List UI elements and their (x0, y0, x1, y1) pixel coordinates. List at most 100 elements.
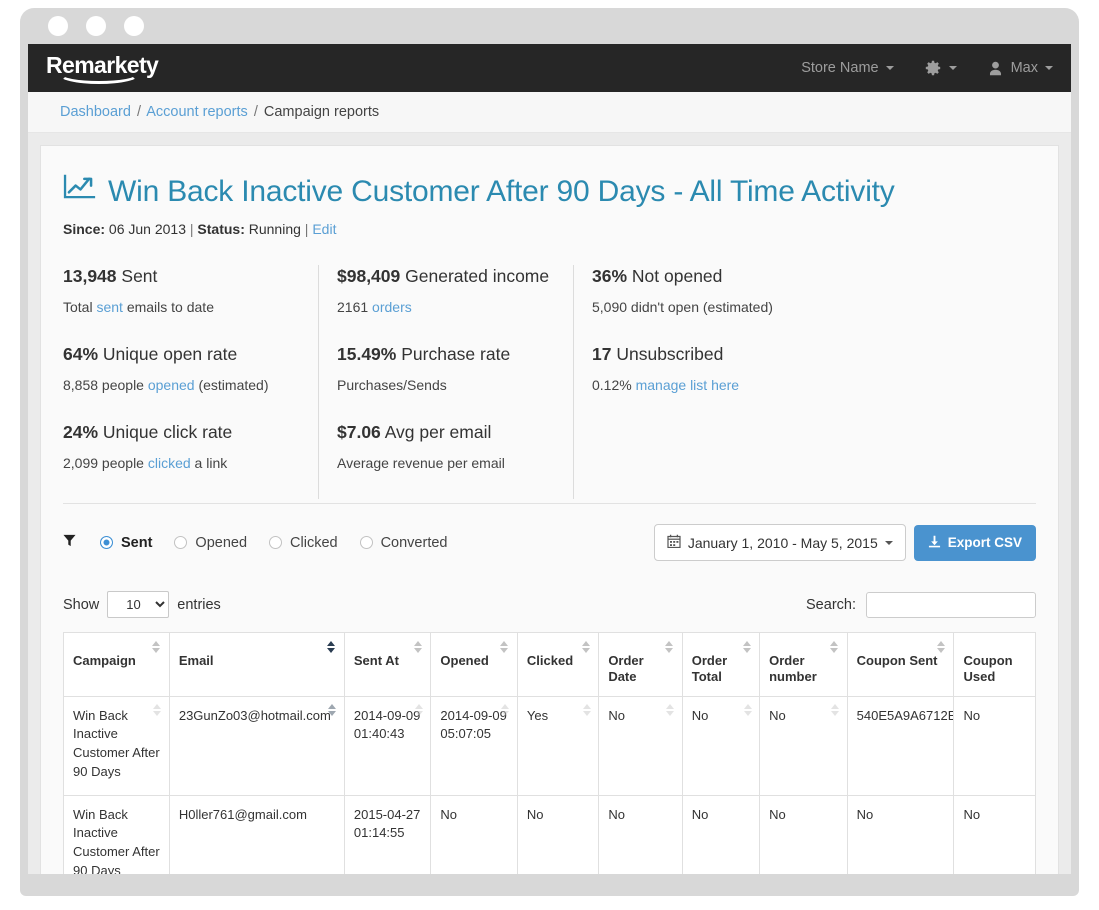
cell-campaign: Win Back Inactive Customer After 90 Days (64, 696, 170, 795)
window-maximize-dot[interactable] (124, 16, 144, 36)
funnel-icon (63, 534, 76, 551)
search-label: Search: (806, 597, 856, 613)
stat-generated-income: $98,409 Generated income 2161 orders (318, 265, 573, 343)
column-label: Order Total (692, 653, 727, 684)
breadcrumb-separator: / (252, 104, 260, 120)
sort-icon[interactable] (152, 641, 161, 654)
stat-subtext: Total sent emails to date (63, 297, 300, 317)
cell-text: No (608, 708, 625, 723)
chevron-down-icon (949, 66, 957, 70)
user-icon (987, 60, 1004, 77)
column-header-order-number[interactable]: Order number (760, 633, 848, 697)
sort-icon[interactable] (936, 641, 945, 654)
report-panel: Win Back Inactive Customer After 90 Days… (40, 145, 1059, 874)
radio-label: Opened (195, 535, 247, 551)
sort-icon[interactable] (743, 704, 752, 717)
date-range-value: January 1, 2010 - May 5, 2015 (688, 535, 878, 551)
radio-filter-sent[interactable]: Sent (100, 535, 152, 551)
column-header-campaign[interactable]: Campaign (64, 633, 170, 697)
stat-label: Sent (121, 266, 157, 286)
stat-value: 24% (63, 422, 98, 442)
stat-headline: 15.49% Purchase rate (337, 343, 555, 366)
breadcrumb-item-dashboard[interactable]: Dashboard (60, 104, 131, 120)
sort-icon[interactable] (666, 704, 675, 717)
search-input[interactable] (866, 592, 1036, 618)
column-label: Coupon Sent (857, 653, 938, 668)
cell-sent-at: 2015-04-27 01:14:55 (344, 795, 431, 874)
stat-sub-link[interactable]: clicked (148, 455, 191, 471)
stat-headline: 64% Unique open rate (63, 343, 300, 366)
breadcrumb-item-account-reports[interactable]: Account reports (146, 104, 248, 120)
stats-grid: 13,948 Sent Total sent emails to date $9… (63, 265, 1036, 499)
radio-filter-clicked[interactable]: Clicked (269, 535, 338, 551)
sort-icon[interactable] (665, 641, 674, 654)
sort-icon-active[interactable] (328, 704, 337, 717)
sort-icon[interactable] (831, 704, 840, 717)
cell-opened: 2014-09-09 05:07:05 (431, 696, 518, 795)
sort-icon-active[interactable] (327, 641, 336, 654)
stat-subtext: 2161 orders (337, 297, 555, 317)
stat-headline: 13,948 Sent (63, 265, 300, 288)
stat-label: Purchase rate (401, 344, 510, 364)
column-header-coupon-sent[interactable]: Coupon Sent (847, 633, 954, 697)
stat-sub-link[interactable]: sent (96, 299, 122, 315)
export-csv-button[interactable]: Export CSV (914, 525, 1036, 561)
column-label: Coupon Used (963, 653, 1012, 684)
navbar-right-group: Store Name (801, 59, 1053, 77)
meta-separator: | (190, 221, 194, 237)
status-filter-group: Sent Opened Clicked Converted (63, 534, 447, 551)
stat-sub-link[interactable]: opened (148, 377, 195, 393)
cell-text: Yes (527, 708, 548, 723)
sort-icon[interactable] (582, 704, 591, 717)
column-header-order-date[interactable]: Order Date (599, 633, 682, 697)
window-minimize-dot[interactable] (86, 16, 106, 36)
cell-order-total: No (682, 795, 759, 874)
window-close-dot[interactable] (48, 16, 68, 36)
cell-text: 2015-04-27 01:14:55 (354, 807, 421, 841)
settings-menu[interactable] (924, 59, 957, 77)
sort-icon[interactable] (501, 704, 510, 717)
stat-sub-link[interactable]: orders (372, 299, 412, 315)
column-label: Opened (440, 653, 488, 668)
stat-value: $98,409 (337, 266, 400, 286)
sort-icon[interactable] (830, 641, 839, 654)
sort-icon[interactable] (742, 641, 751, 654)
cell-order-number: No (760, 696, 848, 795)
gear-icon (924, 59, 942, 77)
column-header-order-total[interactable]: Order Total (682, 633, 759, 697)
column-header-coupon-used[interactable]: Coupon Used (954, 633, 1036, 697)
cell-text: No (857, 807, 874, 822)
column-header-email[interactable]: Email (169, 633, 344, 697)
cell-text: 23GunZo03@hotmail.com (179, 708, 331, 723)
sort-icon[interactable] (581, 641, 590, 654)
stat-value: 64% (63, 344, 98, 364)
sort-icon[interactable] (153, 704, 162, 717)
sort-icon[interactable] (500, 641, 509, 654)
sort-icon[interactable] (413, 641, 422, 654)
stat-label: Unsubscribed (616, 344, 723, 364)
cell-text: No (608, 807, 625, 822)
sort-icon[interactable] (414, 704, 423, 717)
page-length-select[interactable]: 10 25 50 100 (107, 591, 169, 618)
column-header-sent-at[interactable]: Sent At (344, 633, 431, 697)
column-label: Clicked (527, 653, 573, 668)
radio-filter-converted[interactable]: Converted (360, 535, 448, 551)
cell-text: No (963, 807, 980, 822)
report-table-wrapper: Campaign Email Sent At (63, 632, 1036, 874)
column-header-clicked[interactable]: Clicked (517, 633, 598, 697)
user-menu[interactable]: Max (987, 60, 1053, 77)
stat-subtext: Average revenue per email (337, 453, 555, 473)
radio-filter-opened[interactable]: Opened (174, 535, 247, 551)
date-range-picker[interactable]: January 1, 2010 - May 5, 2015 (654, 524, 906, 561)
brand-logo[interactable]: Remarkety (46, 54, 158, 83)
chevron-down-icon (885, 541, 893, 545)
stat-sub-pre: 8,858 people (63, 377, 148, 393)
cell-text: No (692, 708, 709, 723)
page-length-control: Show 10 25 50 100 entries (63, 591, 221, 618)
cell-text: 2014-09-09 05:07:05 (440, 708, 507, 742)
store-name-menu[interactable]: Store Name (801, 60, 893, 76)
edit-campaign-link[interactable]: Edit (312, 221, 336, 237)
column-header-opened[interactable]: Opened (431, 633, 518, 697)
stat-purchase-rate: 15.49% Purchase rate Purchases/Sends (318, 343, 573, 421)
manage-list-link[interactable]: manage list here (636, 377, 740, 393)
